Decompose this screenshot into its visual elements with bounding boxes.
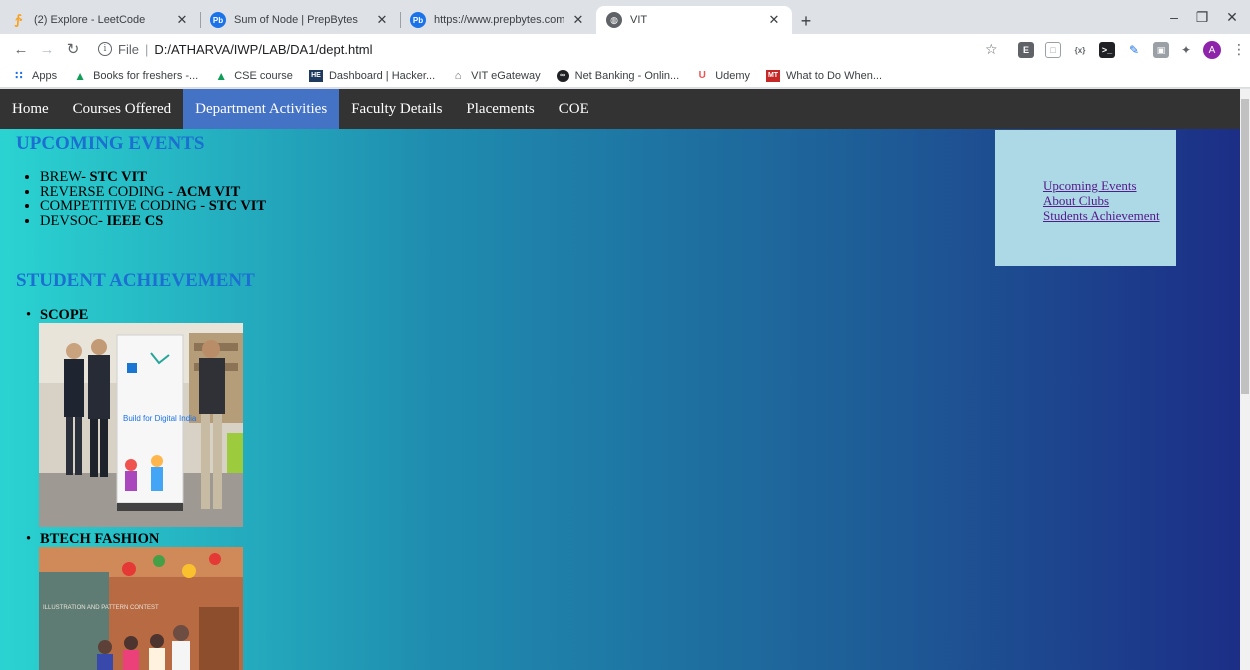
nav-courses-offered[interactable]: Courses Offered (61, 89, 183, 129)
sidebar-link-upcoming-events[interactable]: Upcoming Events (1043, 178, 1137, 194)
upcoming-events-heading: UPCOMING EVENTS (16, 133, 205, 154)
close-window-icon[interactable]: ✕ (1218, 6, 1246, 28)
prepbytes-icon: Pb (210, 12, 226, 28)
bookmark-cse-course[interactable]: ▲ CSE course (214, 68, 293, 83)
events-list: BREW- STC VIT REVERSE CODING - ACM VIT C… (40, 170, 266, 228)
extensions-puzzle-icon[interactable]: ✦ (1178, 42, 1194, 58)
nav-department-activities[interactable]: Department Activities (183, 89, 340, 129)
forward-icon[interactable]: → (36, 39, 58, 59)
menu-kebab-icon[interactable]: ⋮ (1232, 41, 1246, 58)
minimize-icon[interactable]: – (1160, 6, 1188, 28)
browser-toolbar: ← → ↻ i File | D:/ATHARVA/IWP/LAB/DA1/de… (0, 34, 1250, 64)
achievement-scope-title: SCOPE (26, 307, 88, 324)
reload-icon[interactable]: ↻ (62, 39, 84, 59)
sidebar-panel: Upcoming Events About Clubs Students Ach… (995, 130, 1176, 266)
leetcode-icon: ∱ (14, 12, 22, 27)
event-item: DEVSOC- IEEE CS (40, 213, 266, 229)
photo-wall-text: ILLUSTRATION AND PATTERN CONTEST (43, 605, 159, 611)
bookmark-apps[interactable]: ∷ Apps (12, 70, 57, 83)
scope-photo: Build for Digital India (39, 323, 243, 527)
profile-avatar[interactable]: A (1203, 41, 1221, 59)
bookmark-star-icon[interactable]: ☆ (985, 41, 998, 58)
event-item: BREW- STC VIT (40, 170, 266, 185)
scope-photo-illustration: Build for Digital India (39, 323, 243, 527)
address-divider: | (144, 41, 149, 57)
bookmark-what-to-do[interactable]: MT What to Do When... (766, 69, 882, 82)
new-tab-icon[interactable]: + (795, 10, 817, 32)
info-icon[interactable]: i (98, 42, 112, 56)
apps-grid-icon: ∷ (15, 70, 23, 82)
vit-icon: ⌂ (454, 69, 462, 82)
scrollbar-thumb[interactable] (1241, 99, 1249, 394)
globe-icon: ◍ (606, 12, 622, 28)
tab-strip: ∱ (2) Explore - LeetCode ✕ Pb Sum of Nod… (0, 0, 1250, 34)
hackerearth-icon: HE (308, 69, 323, 82)
google-drive-icon: ▲ (74, 68, 87, 83)
bank-icon: ∞ (556, 69, 569, 82)
nav-coe[interactable]: COE (547, 89, 601, 129)
btech-fashion-photo: ILLUSTRATION AND PATTERN CONTEST (39, 547, 243, 670)
close-tab-icon[interactable]: ✕ (766, 12, 782, 28)
extension-json-icon[interactable]: {x} (1072, 42, 1088, 58)
extension-page-icon[interactable]: □ (1045, 42, 1061, 58)
extension-pen-icon[interactable]: ✎ (1126, 42, 1142, 58)
achievement-btech-fashion-title: BTECH FASHION (26, 531, 159, 548)
udemy-icon: U (698, 70, 706, 81)
photo-banner-text: Build for Digital India (123, 414, 197, 423)
page-viewport: Home Courses Offered Department Activiti… (0, 89, 1240, 670)
bookmarks-bar: ∷ Apps ▲ Books for freshers -... ▲ CSE c… (0, 64, 1250, 88)
close-tab-icon[interactable]: ✕ (374, 12, 390, 28)
student-achievement-heading: STUDENT ACHIEVEMENT (16, 270, 255, 291)
close-tab-icon[interactable]: ✕ (174, 12, 190, 28)
page-scrollbar[interactable] (1240, 89, 1250, 670)
mt-icon: MT (766, 69, 781, 82)
tab-vit[interactable]: ◍ VIT ✕ (596, 6, 792, 34)
bookmark-net-banking[interactable]: ∞ Net Banking - Onlin... (556, 69, 679, 82)
event-item: COMPETITIVE CODING - STC VIT (40, 199, 266, 214)
close-tab-icon[interactable]: ✕ (570, 12, 586, 28)
extension-e-icon[interactable]: E (1018, 42, 1034, 58)
bookmark-hackerearth[interactable]: HE Dashboard | Hacker... (308, 69, 435, 82)
restore-icon[interactable]: ❐ (1188, 6, 1216, 28)
bookmark-udemy[interactable]: U Udemy (695, 70, 750, 82)
btech-fashion-photo-illustration: ILLUSTRATION AND PATTERN CONTEST (39, 547, 243, 670)
bookmark-books[interactable]: ▲ Books for freshers -... (73, 68, 198, 83)
extension-terminal-icon[interactable]: >_ (1099, 42, 1115, 58)
address-path: D:/ATHARVA/IWP/LAB/DA1/dept.html (154, 41, 373, 57)
main-nav: Home Courses Offered Department Activiti… (0, 89, 1240, 129)
prepbytes-icon: Pb (410, 12, 426, 28)
tab-prepbytes-url[interactable]: Pb https://www.prepbytes.com/pan ✕ (400, 6, 596, 34)
extension-tool-icon[interactable]: ▣ (1153, 42, 1169, 58)
sidebar-link-students-achievement[interactable]: Students Achievement (1043, 208, 1160, 224)
bookmark-vit-egateway[interactable]: ⌂ VIT eGateway (451, 70, 541, 82)
sidebar-link-about-clubs[interactable]: About Clubs (1043, 193, 1109, 209)
nav-placements[interactable]: Placements (454, 89, 546, 129)
tab-leetcode[interactable]: ∱ (2) Explore - LeetCode ✕ (0, 6, 200, 34)
nav-faculty-details[interactable]: Faculty Details (339, 89, 454, 129)
nav-home[interactable]: Home (0, 89, 61, 129)
google-drive-icon: ▲ (215, 68, 228, 83)
tab-prepbytes-sum[interactable]: Pb Sum of Node | PrepBytes ✕ (200, 6, 400, 34)
address-bar[interactable]: i File | D:/ATHARVA/IWP/LAB/DA1/dept.htm… (90, 37, 1005, 61)
back-icon[interactable]: ← (10, 39, 32, 59)
event-item: REVERSE CODING - ACM VIT (40, 184, 266, 200)
